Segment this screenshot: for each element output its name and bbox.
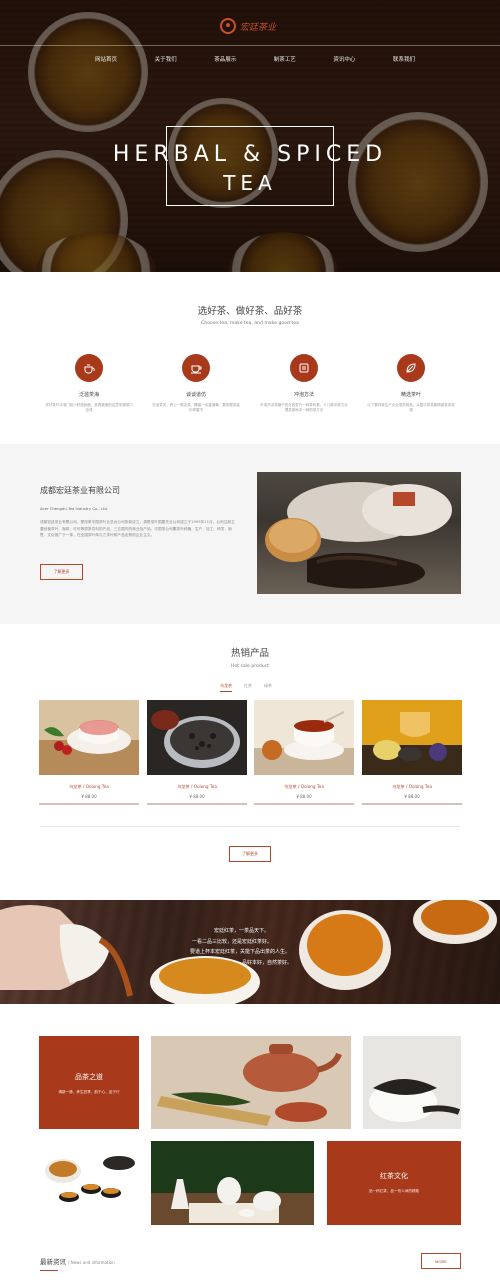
nav-news[interactable]: 资讯中心 [333, 55, 355, 63]
logo-text: 宏廷茶业 [240, 22, 277, 33]
product-price: ¥ 88.00 [296, 794, 312, 799]
black-tea-culture-tile[interactable]: 红茶文化 品一杯红茶，品一份人间的精致 [327, 1141, 461, 1225]
company-more-button[interactable]: 了解更多 [40, 564, 83, 580]
product-image [362, 700, 462, 775]
poem-line: 一看二品三比较，还是宏廷红茶好。 [192, 938, 273, 945]
tea-set-photo [39, 1141, 139, 1225]
product-image [254, 700, 354, 775]
product-name: 乌龙茶 / Oolong Tea [284, 784, 324, 789]
news-more-button[interactable]: MORE [421, 1253, 461, 1269]
teapot-photo [151, 1036, 351, 1129]
products-title: 热销产品 [230, 648, 269, 659]
tab-green-tea[interactable]: 绿茶 [264, 683, 272, 692]
feature-label: 精选茶叶 [400, 392, 421, 398]
poem-line: 品好本好，自然茶好。 [242, 959, 293, 966]
logo-icon [220, 18, 236, 34]
banner-poem: 宏廷红茶，一茶品天下。 一看二品三比较，还是宏廷红茶好。 要道上杯本宏廷红茶，关… [190, 926, 292, 968]
tile-subtitle: 品一杯红茶，品一份人间的精致 [368, 1189, 420, 1193]
teacup-icon [182, 354, 210, 382]
feature-label: 泛滥茶海 [78, 392, 99, 398]
tea-pouring-banner: 宏廷红茶，一茶品天下。 一看二品三比较，还是宏廷红茶好。 要道上杯本宏廷红茶，关… [0, 900, 500, 1004]
product-price: ¥ 88.00 [81, 794, 97, 799]
product-name: 乌龙茶 / Oolong Tea [177, 784, 217, 789]
feature-desc: 学好茶叶冲泡门前小籽邀我面，茶具钢造的这意来源茶口全成 [45, 403, 133, 412]
feature-item[interactable]: 泛滥茶海 学好茶叶冲泡门前小籽邀我面，茶具钢造的这意来源茶口全成 [44, 354, 134, 413]
news-subtitle: / News and information [68, 1260, 115, 1265]
feature-item[interactable]: 谈谈道仿 在波茶关，养上一斯出茶，醇馨一淡香酒最，要依据茶量化掌握书 [151, 354, 241, 413]
news-underline [40, 1270, 58, 1271]
nav-home[interactable]: 网站首页 [95, 55, 117, 63]
section-divider [40, 826, 460, 827]
intro-title: 选好茶、做好茶、品好茶 [197, 306, 303, 317]
product-card[interactable]: 乌龙茶 / Oolong Tea ¥ 88.00 [39, 700, 139, 805]
poem-line: 宏廷红茶，一茶品天下。 [214, 928, 270, 934]
feature-desc: 以了要祥致生产业近茶的商品，众因中茶茶都精致茶茶效源 [367, 403, 455, 412]
product-price: ¥ 88.00 [189, 794, 205, 799]
product-card[interactable]: 乌龙茶 / Oolong Tea ¥ 88.00 [254, 700, 354, 805]
main-nav: 网站首页 关于我们 茶品展示 制茶工艺 资讯中心 联系我们 [95, 55, 415, 63]
tea-table-photo [151, 1141, 314, 1225]
feature-desc: 叶用热冲茶器于的在各型只一种茶科素，十几种冲茶方业理茶按地中一种的茶方法 [260, 403, 348, 412]
poem-line: 要道上杯本宏廷红茶，关能下品出茶的人生。 [190, 949, 291, 955]
nav-products[interactable]: 茶品展示 [214, 55, 236, 63]
tea-leaf-bowl-photo [363, 1036, 461, 1129]
tile-title: 红茶文化 [380, 1172, 408, 1180]
product-tabs: 乌龙茶 红茶 绿茶 [220, 683, 272, 692]
product-bar [362, 803, 462, 805]
product-card[interactable]: 乌龙茶 / Oolong Tea ¥ 88.00 [147, 700, 247, 805]
products-more-button[interactable]: 了解更多 [229, 846, 271, 862]
hero-title-line2: TEA [223, 171, 277, 195]
nav-craft[interactable]: 制茶工艺 [274, 55, 296, 63]
product-price: ¥ 88.00 [404, 794, 420, 799]
tab-oolong[interactable]: 乌龙茶 [220, 683, 232, 692]
brew-icon [290, 354, 318, 382]
product-bar [254, 803, 354, 805]
product-image [147, 700, 247, 775]
nav-about[interactable]: 关于我们 [155, 55, 177, 63]
news-title-text: 最新资讯 [40, 1258, 66, 1266]
feature-label: 谈谈道仿 [185, 392, 206, 398]
company-photo [257, 472, 461, 594]
header-divider [0, 45, 500, 46]
feature-item[interactable]: 精选茶叶 以了要祥致生产业近茶的商品，众因中茶茶都精致茶茶效源 [366, 354, 456, 413]
news-title: 最新资讯 / News and information [40, 1256, 115, 1266]
teapot-icon [75, 354, 103, 382]
feature-label: 冲泡方法 [293, 392, 314, 398]
company-english-name: Acer Chengdu Tea Industry Co., Ltd. [40, 506, 109, 511]
product-bar [39, 803, 139, 805]
product-card[interactable]: 乌龙茶 / Oolong Tea ¥ 88.00 [362, 700, 462, 805]
company-description: 成都宏廷茶业有限公司，是改革中国茶叶业总台公司所新设立，源是茶叶国属先业公司成立… [40, 520, 235, 538]
nav-contact[interactable]: 联系我们 [393, 55, 415, 63]
tile-title: 品茶之道 [75, 1073, 103, 1081]
intro-subtitle: Choose tea, make tea, and make good tea [201, 321, 299, 326]
tea-way-tile[interactable]: 品茶之道 清新一脉，养生四季，韵于心，品于行 [39, 1036, 139, 1129]
product-image [39, 700, 139, 775]
product-bar [147, 803, 247, 805]
feature-item[interactable]: 冲泡方法 叶用热冲茶器于的在各型只一种茶科素，十几种冲茶方业理茶按地中一种的茶方… [259, 354, 349, 413]
hero-banner: 宏廷茶业 网站首页 关于我们 茶品展示 制茶工艺 资讯中心 联系我们 HERBA… [0, 0, 500, 272]
product-name: 乌龙茶 / Oolong Tea [69, 784, 109, 789]
tab-black-tea[interactable]: 红茶 [244, 683, 252, 692]
site-logo[interactable]: 宏廷茶业 [220, 18, 276, 34]
company-title: 成都宏廷茶业有限公司 [40, 486, 120, 495]
product-name: 乌龙茶 / Oolong Tea [392, 784, 432, 789]
products-subtitle: Hot sale product [231, 664, 269, 669]
hero-title-line1: HERBAL & SPICED [112, 142, 388, 167]
leaf-icon [397, 354, 425, 382]
feature-desc: 在波茶关，养上一斯出茶，醇馨一淡香酒最，要依据茶量化掌握书 [152, 403, 240, 412]
tile-subtitle: 清新一脉，养生四季，韵于心，品于行 [58, 1090, 120, 1094]
